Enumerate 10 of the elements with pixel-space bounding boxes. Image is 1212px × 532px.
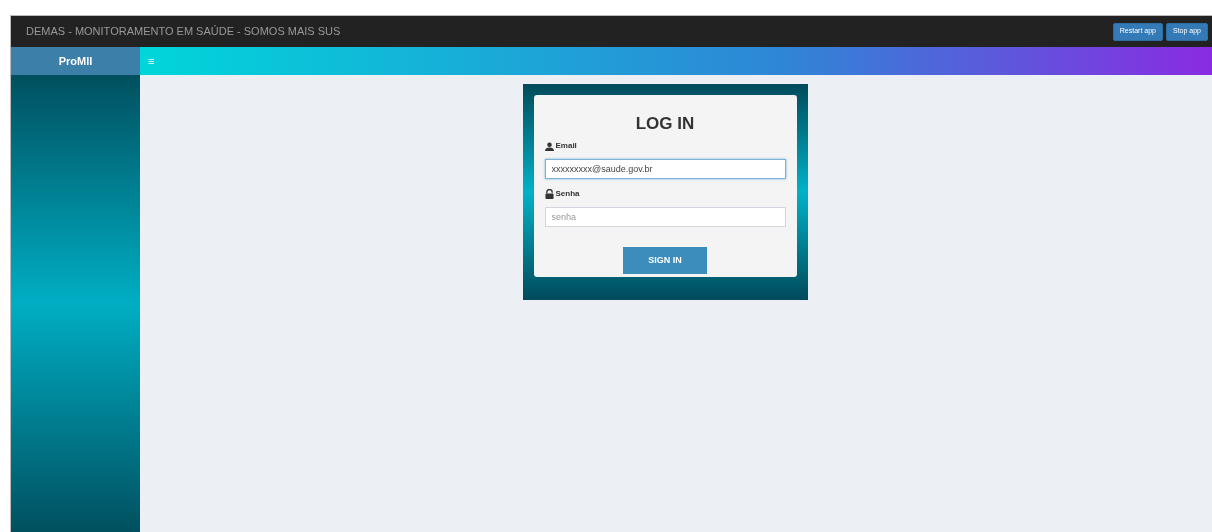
- password-field[interactable]: senha: [544, 207, 786, 227]
- user-icon: [544, 141, 554, 151]
- email-field[interactable]: xxxxxxxxx@saude.gov.br: [544, 159, 786, 179]
- sidebar-brand: ProMII: [11, 47, 140, 75]
- lock-icon: [544, 189, 554, 199]
- app-title: DEMAS - MONITORAMENTO EM SAÚDE - SOMOS MAIS SUS: [26, 24, 342, 40]
- sign-in-button[interactable]: SIGN IN: [623, 247, 707, 274]
- login-title: LOG IN: [634, 115, 696, 132]
- password-label: Senha: [555, 188, 580, 200]
- email-label: Email: [555, 140, 577, 152]
